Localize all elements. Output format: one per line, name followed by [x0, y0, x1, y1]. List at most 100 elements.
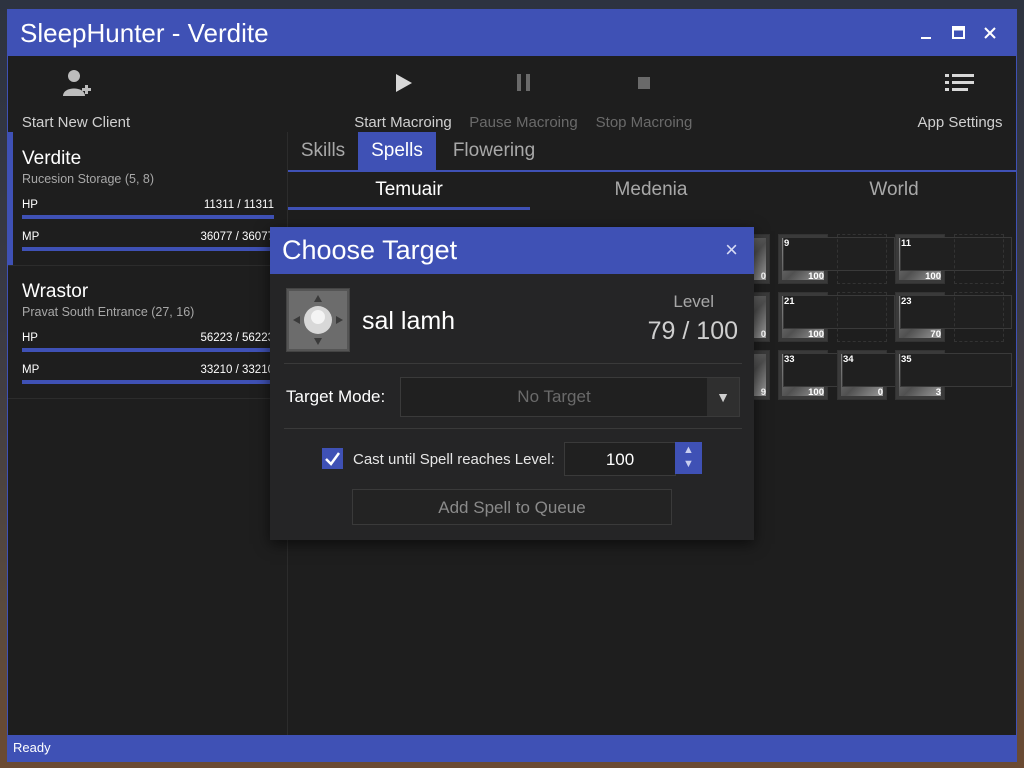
target-mode-value: No Target: [517, 387, 591, 406]
hp-value: 11311 / 11311: [203, 199, 274, 211]
subtab-temuair[interactable]: Temuair: [288, 172, 530, 210]
hp-value: 56223 / 56223: [200, 332, 274, 344]
empty-spell-slot[interactable]: [837, 234, 887, 284]
mp-bar: [22, 380, 274, 384]
target-mode-label: Target Mode:: [286, 387, 386, 406]
checkmark-icon: [325, 452, 341, 466]
mp-value: 36077 / 36077: [200, 231, 274, 243]
window-title: SleepHunter - Verdite: [20, 18, 269, 48]
subtab-world[interactable]: World: [773, 172, 1015, 210]
minimize-icon: [921, 37, 931, 39]
pause-macroing-label: Pause Macroing: [469, 114, 578, 131]
spell-level: 0: [760, 329, 766, 340]
spell-number: 35: [900, 353, 1012, 387]
level-value: 79 / 100: [647, 317, 738, 345]
settings-list-icon: [945, 74, 974, 91]
hp-stat: HP 11311 / 11311: [22, 199, 274, 223]
close-icon: [984, 27, 996, 39]
status-bar: Ready: [8, 735, 1016, 761]
spell-level: 100: [925, 271, 941, 282]
cast-until-label: Cast until Spell reaches Level:: [353, 451, 555, 468]
minimize-button[interactable]: [913, 20, 939, 46]
start-new-client-label: Start New Client: [21, 114, 131, 131]
cast-until-level-input[interactable]: 100: [564, 442, 676, 476]
pause-macroing-button[interactable]: Pause Macroing: [466, 56, 581, 132]
start-macroing-button[interactable]: Start Macroing: [348, 56, 458, 132]
spell-slot[interactable]: 33 100: [778, 350, 895, 400]
spell-slot[interactable]: 11 100: [895, 234, 1012, 284]
choose-target-dialog: Choose Target × sal lamh Level 79 / 100 …: [270, 227, 754, 540]
spell-slot[interactable]: 23 70: [895, 292, 1012, 342]
spell-slot[interactable]: 34 0: [837, 350, 954, 400]
mp-value: 33210 / 33210: [200, 364, 274, 376]
dialog-title: Choose Target: [282, 235, 458, 265]
close-window-button[interactable]: [977, 20, 1003, 46]
divider: [284, 428, 742, 429]
client-list: Verdite Rucesion Storage (5, 8) HP 11311…: [8, 132, 288, 735]
app-settings-button[interactable]: App Settings: [910, 56, 1010, 132]
spell-level: 3: [935, 387, 941, 398]
spell-slot[interactable]: 9 100: [778, 234, 895, 284]
subtab-bar: Temuair Medenia World: [288, 172, 1016, 210]
client-name: Wrastor: [22, 281, 89, 302]
spell-level: 70: [930, 329, 941, 340]
target-mode-select[interactable]: No Target ▼: [400, 377, 740, 417]
spell-level: 0: [760, 271, 766, 282]
chevron-down-icon[interactable]: ▼: [707, 378, 739, 416]
client-item-verdite[interactable]: Verdite Rucesion Storage (5, 8) HP 11311…: [8, 132, 287, 266]
add-spell-label: Add Spell to Queue: [438, 498, 586, 517]
level-stepper[interactable]: ▲ ▼: [675, 442, 702, 474]
spell-level: 100: [808, 329, 824, 340]
dialog-close-button[interactable]: ×: [725, 237, 738, 263]
increment-icon[interactable]: ▲: [675, 444, 702, 456]
stop-icon: [638, 77, 650, 89]
tab-bar: Skills Spells Flowering: [288, 132, 1016, 172]
empty-spell-slot[interactable]: [954, 292, 1004, 342]
spell-name: sal lamh: [362, 307, 456, 335]
dialog-header[interactable]: Choose Target ×: [270, 227, 754, 274]
client-item-wrastor[interactable]: Wrastor Pravat South Entrance (27, 16) H…: [8, 265, 287, 399]
tab-skills[interactable]: Skills: [296, 132, 350, 170]
tab-spells[interactable]: Spells: [358, 132, 436, 170]
cast-until-checkbox[interactable]: [322, 448, 343, 469]
play-icon: [396, 74, 412, 92]
divider: [284, 363, 742, 364]
mp-label: MP: [22, 231, 40, 243]
spell-level: 9: [760, 387, 766, 398]
add-user-icon: [63, 70, 91, 96]
empty-spell-slot[interactable]: [837, 292, 887, 342]
subtab-medenia[interactable]: Medenia: [530, 172, 772, 210]
tab-flowering[interactable]: Flowering: [444, 132, 544, 170]
decrement-icon[interactable]: ▼: [675, 458, 702, 470]
mp-label: MP: [22, 364, 40, 376]
client-location: Pravat South Entrance (27, 16): [22, 305, 195, 319]
maximize-button[interactable]: [945, 20, 971, 46]
spell-icon: [286, 288, 350, 352]
client-name: Verdite: [22, 148, 82, 169]
stop-macroing-button[interactable]: Stop Macroing: [588, 56, 700, 132]
level-label: Level: [673, 292, 714, 311]
client-location: Rucesion Storage (5, 8): [22, 172, 155, 186]
spell-level: 100: [808, 387, 824, 398]
stop-macroing-label: Stop Macroing: [595, 114, 693, 131]
hp-label: HP: [22, 332, 38, 344]
toolbar: Start New Client Start Macroing Pause Ma…: [8, 56, 1016, 133]
spell-slot[interactable]: 35 3: [895, 350, 1012, 400]
spell-level: 100: [808, 271, 824, 282]
title-bar[interactable]: SleepHunter - Verdite: [8, 10, 1016, 56]
app-settings-label: App Settings: [917, 114, 1003, 131]
mp-bar: [22, 247, 274, 251]
add-spell-to-queue-button[interactable]: Add Spell to Queue: [352, 489, 672, 525]
cast-until-level-value: 100: [605, 450, 635, 469]
start-macroing-label: Start Macroing: [354, 114, 452, 131]
spell-level: 0: [877, 387, 883, 398]
hp-bar: [22, 348, 274, 352]
start-new-client-button[interactable]: Start New Client: [16, 56, 136, 132]
empty-spell-slot[interactable]: [954, 234, 1004, 284]
pause-icon: [516, 74, 530, 91]
status-text: Ready: [13, 740, 51, 755]
hp-bar: [22, 215, 274, 219]
maximize-icon: [952, 26, 965, 39]
hp-stat: HP 56223 / 56223: [22, 332, 274, 356]
spell-slot[interactable]: 21 100: [778, 292, 895, 342]
